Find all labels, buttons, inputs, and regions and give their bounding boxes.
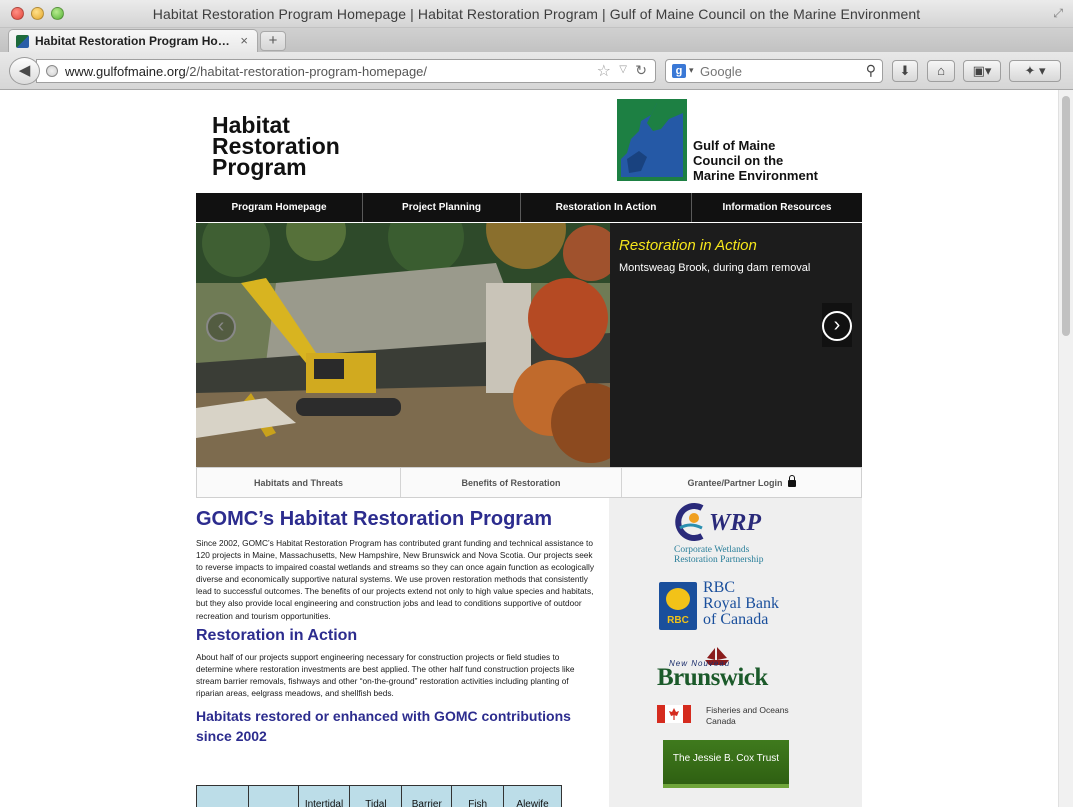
panorama-button[interactable]: ▣▾ [963,60,1001,82]
addon-menu-button[interactable]: ✦ ▾ [1009,60,1061,82]
nav-restoration-in-action[interactable]: Restoration In Action [521,193,692,222]
slider-prev-icon[interactable]: ‹ [206,312,236,342]
rbc-sponsor[interactable]: RBC RBC Royal Bank of Canada [659,579,799,632]
browser-tab[interactable]: Habitat Restoration Program Ho… × [8,29,258,52]
main-nav: Program Homepage Project Planning Restor… [196,193,862,222]
tab-title: Habitat Restoration Program Ho… [35,34,230,48]
lock-icon [787,475,796,487]
nav-information-resources[interactable]: Information Resources [692,193,862,222]
scrollbar-thumb[interactable] [1062,96,1070,336]
google-icon[interactable]: g [672,64,686,78]
cwrp-name: Corporate Wetlands Restoration Partnershi… [674,545,764,565]
program-logo[interactable]: Habitat Restoration Program [212,114,340,179]
favicon-icon [16,35,29,48]
tab-bar: Habitat Restoration Program Ho… × + [0,28,1073,52]
image-slider: Restoration in Action Montsweag Brook, d… [196,223,862,467]
slide-caption: Montsweag Brook, during dam removal [619,262,811,274]
cox-trust-sponsor[interactable]: The Jessie B. Cox Trust [663,740,789,788]
window-title: Habitat Restoration Program Homepage | H… [152,6,921,22]
dfo-sponsor[interactable]: Fisheries and Oceans Canada [655,701,815,729]
subnav-habitats-threats[interactable]: Habitats and Threats [197,468,401,497]
table-header-cell: Fish [451,785,505,807]
sub-nav: Habitats and Threats Benefits of Restora… [196,467,862,498]
slider-next-icon[interactable]: › [822,311,852,341]
restoration-paragraph: About half of our projects support engin… [196,651,575,698]
section-heading-habitats: Habitats restored or enhanced with GOMC … [196,708,571,745]
main-content: GOMC’s Habitat Restoration Program Since… [196,508,596,746]
search-engine-dropdown-icon[interactable]: ▾ [689,65,694,76]
table-header-cell: Alewife [503,785,562,807]
navigation-toolbar: www.gulfofmaine.org/2/habitat-restoratio… [0,52,1073,90]
cwrp-logo-icon [675,503,704,541]
rbc-lion-icon: RBC [659,582,697,630]
table-header-cell: Tidal [349,785,403,807]
search-bar[interactable]: g ▾ ⚲ [665,59,883,83]
downloads-button[interactable]: ⬇ [892,60,918,82]
subnav-partner-login[interactable]: Grantee/Partner Login [622,468,861,497]
new-brunswick-sponsor[interactable]: New Nouveau Brunswick [655,646,795,692]
bookmark-star-icon[interactable]: ☆ [597,61,611,81]
slide-photo[interactable] [196,223,610,467]
new-tab-button[interactable]: + [260,31,286,51]
section-heading-restoration: Restoration in Action [196,626,358,644]
nb-name: Brunswick [657,664,768,691]
search-icon[interactable]: ⚲ [866,62,876,79]
dfo-name: Fisheries and Oceans Canada [706,705,789,726]
canada-flag-icon [657,705,691,723]
site-identity-icon[interactable] [46,65,58,77]
search-input[interactable] [700,61,850,81]
nav-program-homepage[interactable]: Program Homepage [196,193,363,222]
tab-close-icon[interactable]: × [240,33,248,48]
subnav-benefits[interactable]: Benefits of Restoration [401,468,622,497]
url-bar[interactable]: www.gulfofmaine.org/2/habitat-restoratio… [36,59,656,83]
sponsor-sidebar: WRP Corporate Wetlands Restoration Partne… [609,498,862,807]
page-scrollbar[interactable] [1058,90,1073,807]
history-dropdown-icon[interactable]: ▽ [619,64,627,75]
intro-paragraph: Since 2002, GOMC’s Habitat Restoration P… [196,538,594,621]
gomc-logo-icon[interactable] [617,99,687,181]
slide-caption-title: Restoration in Action [619,237,757,254]
url-text[interactable]: www.gulfofmaine.org/2/habitat-restoratio… [65,64,427,79]
table-header-cell: Barrier [401,785,453,807]
home-button[interactable]: ⌂ [927,60,955,82]
back-button[interactable]: ◀ [9,57,40,85]
rbc-name: RBC Royal Bank of Canada [703,579,779,628]
table-header-cell [247,785,299,807]
table-header-row: Intertidal Tidal Barrier Fish Alewife [196,785,562,807]
window-titlebar: Habitat Restoration Program Homepage | H… [0,0,1073,28]
nav-project-planning[interactable]: Project Planning [363,193,521,222]
page-title: GOMC’s Habitat Restoration Program [196,508,552,530]
table-header-cell [196,785,249,807]
table-header-cell: Intertidal [297,785,351,807]
cox-trust-name: The Jessie B. Cox Trust [672,753,780,764]
cwrp-letters: WRP [709,510,762,536]
cwrp-sponsor[interactable]: WRP Corporate Wetlands Restoration Partne… [669,502,789,572]
fullscreen-icon[interactable]: ⤢ [1053,6,1063,21]
habitats-table: Intertidal Tidal Barrier Fish Alewife [196,785,562,807]
page-viewport: Habitat Restoration Program Gulf of Main… [0,91,1058,807]
gomc-org-name[interactable]: Gulf of Maine Council on the Marine Envi… [693,138,818,183]
login-label: Grantee/Partner Login [687,477,783,488]
reload-icon[interactable]: ↻ [635,62,647,79]
